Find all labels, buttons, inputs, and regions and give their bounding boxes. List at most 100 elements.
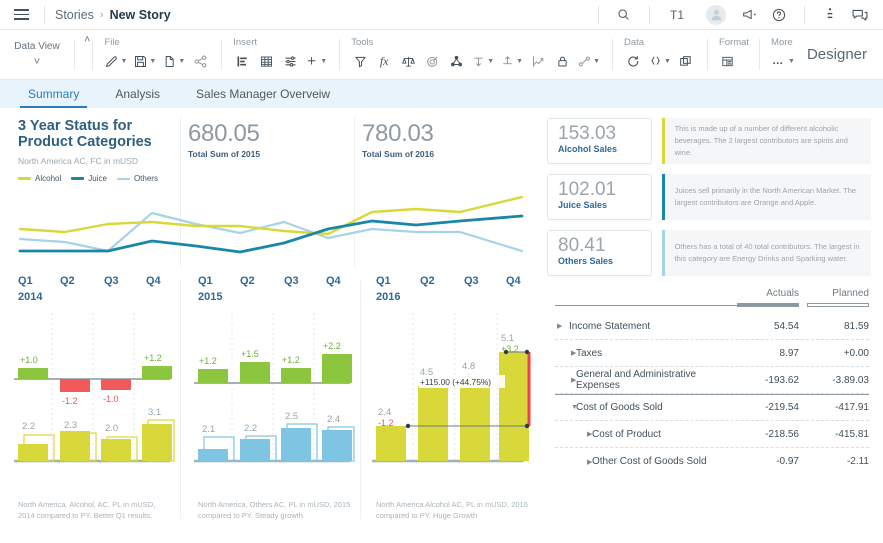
formula-fx-icon[interactable]: fx [373, 50, 395, 72]
megaphone-icon[interactable] [734, 0, 764, 30]
svg-text:+1.2: +1.2 [144, 353, 162, 363]
growth-bar-chart-2016: 2.4 -1.2 4.5 +2.2 4.8 +1. 5.1 +3.2 [372, 313, 531, 463]
plus-icon[interactable]: ▼ [303, 50, 329, 72]
toolbar-group-label: Tools [351, 37, 374, 48]
svg-text:+1.5: +1.5 [241, 349, 259, 359]
variance-bar [142, 366, 172, 379]
distribute-horizontal-icon[interactable]: ▼ [498, 50, 525, 72]
tab-sales-manager-overview[interactable]: Sales Manager Overveiw [178, 80, 348, 108]
toolbar-group-label: File [104, 37, 120, 48]
quarter-charts-row: Q1 Q2 Q3 Q4 2014 +1.0 -1.2 -1.0 +1.2 2.2… [0, 273, 545, 543]
format-panel-icon[interactable] [717, 50, 739, 72]
variance-bar [101, 379, 131, 390]
chart-bar-icon[interactable] [231, 50, 253, 72]
expander-collapsed-icon[interactable]: ▶ [555, 430, 592, 438]
tab-summary[interactable]: Summary [10, 80, 97, 108]
edit-pen-icon[interactable]: ▼ [102, 50, 129, 72]
trend-chart-icon[interactable] [527, 50, 549, 72]
row-label: Other Cost of Goods Sold [592, 456, 707, 467]
kpi-label: Alcohol Sales [558, 144, 618, 154]
toolbar-group-file: File ▼ ▼ ▼ [92, 30, 221, 79]
kpi-note: Others has a total of 40 total contribut… [662, 230, 871, 276]
toolbar-group-format: Format [706, 30, 759, 79]
breadcrumb-root[interactable]: Stories [55, 8, 94, 22]
ellipsis-icon[interactable]: ▼ [769, 50, 797, 72]
expander-expanded-icon[interactable]: ▼ [555, 404, 578, 411]
legend-item-juice: Juice [71, 174, 107, 183]
molecule-icon[interactable] [445, 50, 467, 72]
copy-icon[interactable]: ▼ [160, 50, 187, 72]
help-circle-icon[interactable] [764, 0, 794, 30]
table-row[interactable]: ▼ Cost of Goods Sold -219.54 -417.91 [555, 394, 869, 421]
braces-icon[interactable]: ▼ [646, 50, 673, 72]
chart-footnote-2016: North America Alcohol AC, PL in mUSD, 20… [376, 500, 528, 520]
chevron-up-icon[interactable]: ˄ [84, 34, 90, 46]
right-pane: 153.03 Alcohol Sales This is made up of … [545, 108, 883, 543]
main-toolbar: Data View ˅ ˄ File ▼ ▼ ▼ Insert ▼ Tools … [0, 30, 883, 80]
header-divider [597, 5, 599, 24]
breadcrumb: Stories › New Story [55, 8, 171, 22]
search-icon[interactable] [609, 0, 639, 30]
kpi-total-2015: 680.05 Total Sum of 2015 [188, 120, 260, 159]
refresh-icon[interactable] [622, 50, 644, 72]
avatar[interactable] [706, 4, 726, 25]
row-planned: -417.91 [835, 402, 869, 413]
actual-bar [418, 386, 448, 461]
duplicate-icon[interactable] [675, 50, 697, 72]
expander-collapsed-icon[interactable]: ▶ [555, 376, 576, 384]
table-row[interactable]: ▶ Cost of Product -218.56 -415.81 [555, 421, 869, 448]
variance-bar [198, 369, 228, 383]
vertical-dots-icon[interactable] [815, 0, 845, 30]
sliders-icon[interactable] [279, 50, 301, 72]
story-tabs: Summary Analysis Sales Manager Overveiw [0, 80, 883, 108]
target-icon[interactable] [421, 50, 443, 72]
quarter-label: Q2 [420, 275, 435, 287]
kpi-card-juice[interactable]: 102.01 Juice Sales Juices sell primarily… [547, 174, 871, 220]
kpi-card-others[interactable]: 80.41 Others Sales Others has a total of… [547, 230, 871, 276]
expander-collapsed-icon[interactable]: ▶ [555, 458, 592, 466]
tab-analysis[interactable]: Analysis [97, 80, 178, 108]
story-title-block: 3 Year Status for Product Categories Nor… [18, 118, 186, 183]
expander-collapsed-icon[interactable]: ▶ [555, 349, 576, 357]
tab-label: Sales Manager Overveiw [196, 87, 331, 101]
table-row[interactable]: ▶ General and Administrative Expenses -1… [555, 367, 869, 394]
hamburger-icon[interactable] [8, 0, 34, 30]
header-actions: T1 [588, 0, 875, 30]
income-statement-table: Actuals Planned ▶ Income Statement 54.54… [545, 288, 883, 475]
table-row[interactable]: ▶ Other Cost of Goods Sold -0.97 -2.11 [555, 448, 869, 475]
distribute-vertical-icon[interactable]: ▼ [469, 50, 496, 72]
table-row[interactable]: ▶ Taxes 8.97 +0.00 [555, 340, 869, 367]
table-row[interactable]: ▶ Income Statement 54.54 81.59 [555, 313, 869, 340]
chat-bubbles-icon[interactable] [845, 0, 875, 30]
chevron-down-icon[interactable]: ˅ [34, 56, 40, 68]
header-divider [44, 5, 45, 24]
kpi-label: Total Sum of 2016 [362, 149, 435, 159]
save-icon[interactable]: ▼ [131, 50, 158, 72]
lock-icon[interactable] [551, 50, 573, 72]
kpi-card[interactable]: 153.03 Alcohol Sales [547, 118, 652, 164]
table-column-header-actuals: Actuals [766, 288, 799, 299]
kpi-card[interactable]: 102.01 Juice Sales [547, 174, 652, 220]
toolbar-group-label: Data View [14, 41, 60, 52]
kpi-value: 680.05 [188, 120, 260, 147]
filter-funnel-icon[interactable] [349, 50, 371, 72]
table-grid-icon[interactable] [255, 50, 277, 72]
kpi-note: This is made up of a number of different… [662, 118, 871, 164]
actuals-legend-bar [737, 303, 799, 307]
kpi-card-alcohol[interactable]: 153.03 Alcohol Sales This is made up of … [547, 118, 871, 164]
actual-bar [18, 444, 48, 461]
balance-scale-icon[interactable] [397, 50, 419, 72]
toolbar-group-label: Insert [233, 37, 258, 48]
year-label: 2015 [198, 291, 223, 303]
kpi-value: 153.03 [558, 123, 617, 144]
link-nodes-icon[interactable]: ▼ [575, 50, 602, 72]
year-label: 2014 [18, 291, 43, 303]
variance-and-bar-chart-2015: +1.2 +1.5 +1.2 +2.2 2.1 2.2 2.5 2.4 [194, 313, 355, 463]
row-actuals: 54.54 [773, 320, 799, 332]
kpi-card[interactable]: 80.41 Others Sales [547, 230, 652, 276]
share-icon[interactable] [189, 50, 211, 72]
expander-collapsed-icon[interactable]: ▶ [555, 322, 564, 330]
mode-label[interactable]: Designer [807, 30, 883, 79]
actual-bar [60, 431, 90, 461]
quarter-label: Q4 [146, 275, 161, 287]
